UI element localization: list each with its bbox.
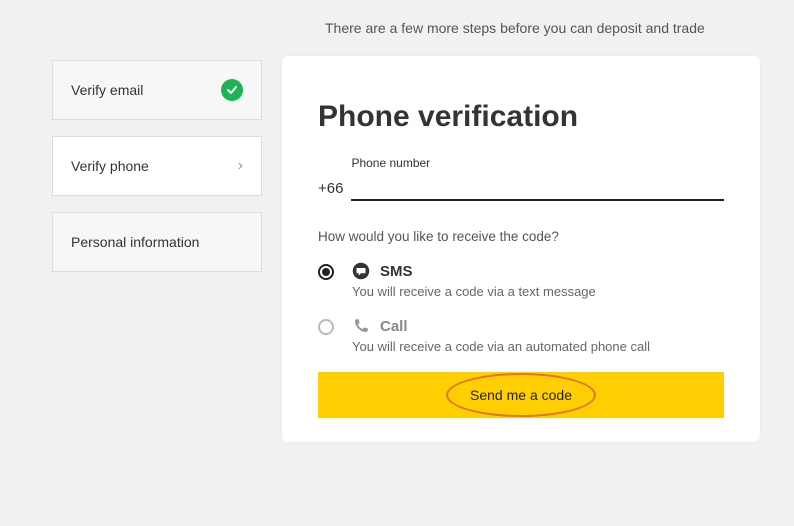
phone-label: Phone number xyxy=(351,156,724,170)
chevron-right-icon: › xyxy=(238,157,243,175)
option-desc: You will receive a code via an automated… xyxy=(352,339,724,354)
verification-card: Phone verification +66 Phone number How … xyxy=(282,56,760,442)
step-label: Verify phone xyxy=(71,158,149,174)
option-title: SMS xyxy=(380,263,413,280)
option-title: Call xyxy=(380,318,408,335)
sms-icon xyxy=(352,262,370,280)
step-label: Personal information xyxy=(71,234,199,250)
phone-prefix: +66 xyxy=(318,180,343,201)
step-label: Verify email xyxy=(71,82,143,98)
phone-icon xyxy=(352,317,370,335)
step-personal-info[interactable]: Personal information xyxy=(52,212,262,272)
step-verify-email[interactable]: Verify email xyxy=(52,60,262,120)
option-desc: You will receive a code via a text messa… xyxy=(352,284,724,299)
phone-row: +66 Phone number xyxy=(318,156,724,201)
steps-sidebar: Verify email Verify phone › Personal inf… xyxy=(52,60,262,288)
receive-question: How would you like to receive the code? xyxy=(318,229,724,244)
intro-text: There are a few more steps before you ca… xyxy=(325,20,705,36)
card-heading: Phone verification xyxy=(318,100,724,134)
phone-input[interactable] xyxy=(351,174,724,201)
option-call[interactable]: Call You will receive a code via an auto… xyxy=(318,317,724,354)
check-icon xyxy=(221,79,243,101)
send-code-button[interactable]: Send me a code xyxy=(318,372,724,418)
radio-unselected-icon xyxy=(318,319,334,335)
radio-selected-icon xyxy=(318,264,334,280)
option-sms[interactable]: SMS You will receive a code via a text m… xyxy=(318,262,724,299)
step-verify-phone[interactable]: Verify phone › xyxy=(52,136,262,196)
